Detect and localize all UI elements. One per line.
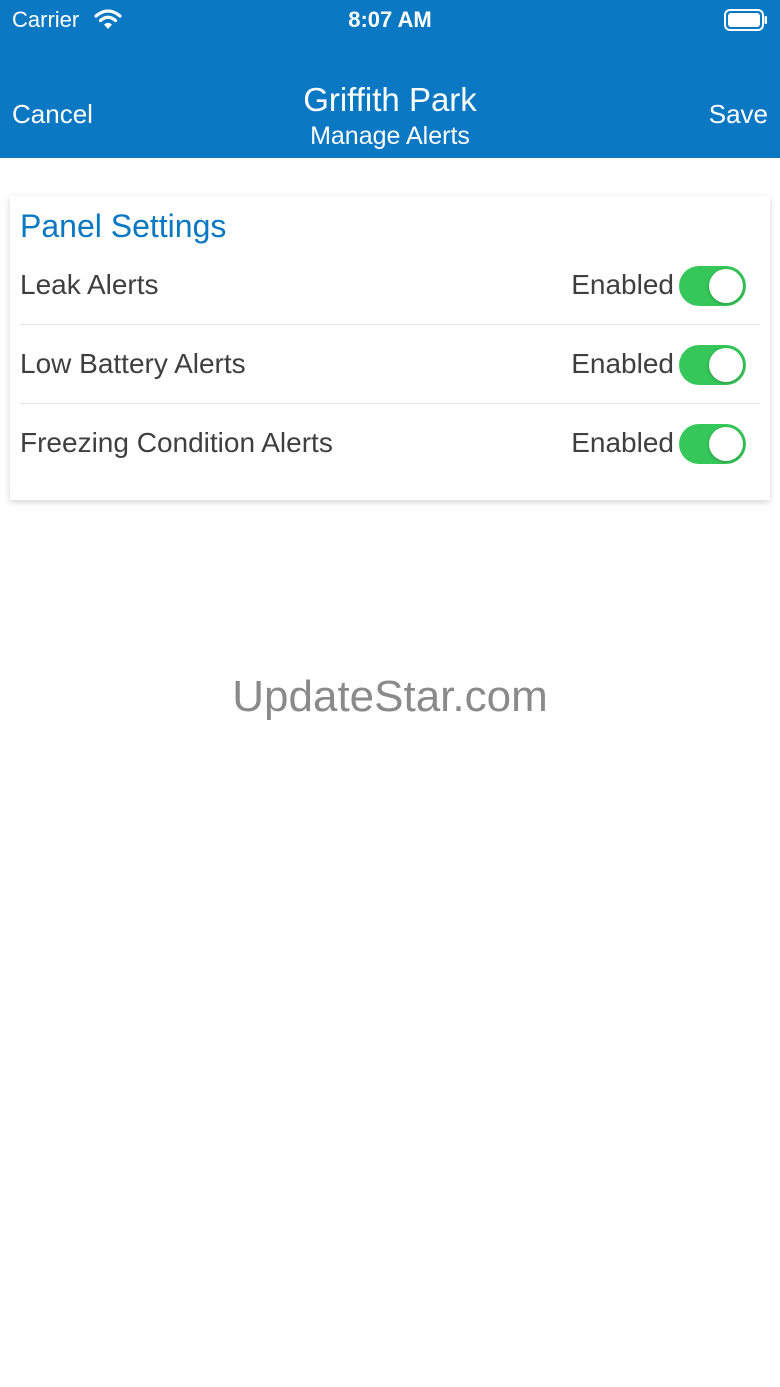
row-label: Low Battery Alerts (20, 348, 246, 379)
save-button[interactable]: Save (709, 98, 768, 130)
row-label: Leak Alerts (20, 269, 159, 300)
watermark: UpdateStar.com (232, 672, 548, 721)
row-status: Enabled (571, 348, 674, 379)
status-bar: Carrier 8:07 AM (0, 0, 780, 40)
panel-settings-card: Panel Settings Leak Alerts Enabled Low B… (10, 196, 770, 500)
toggle-knob (709, 427, 743, 461)
page-title: Griffith Park (303, 81, 477, 118)
freezing-condition-alerts-toggle[interactable] (679, 424, 746, 464)
row-status: Enabled (571, 269, 674, 300)
status-time: 8:07 AM (348, 7, 432, 32)
navigation-header: Carrier 8:07 AM Cancel Griffith Park Man… (0, 0, 780, 158)
battery-full-icon (724, 9, 767, 31)
row-label: Freezing Condition Alerts (20, 427, 333, 458)
leak-alerts-toggle[interactable] (679, 266, 746, 306)
toggle-knob (709, 348, 743, 382)
leak-alerts-row: Leak Alerts Enabled (20, 246, 760, 325)
row-status: Enabled (571, 427, 674, 458)
page-subtitle: Manage Alerts (310, 122, 470, 150)
freezing-condition-alerts-row: Freezing Condition Alerts Enabled (20, 404, 760, 483)
toggle-knob (709, 269, 743, 303)
low-battery-alerts-toggle[interactable] (679, 345, 746, 385)
low-battery-alerts-row: Low Battery Alerts Enabled (20, 325, 760, 404)
section-title: Panel Settings (20, 208, 227, 244)
